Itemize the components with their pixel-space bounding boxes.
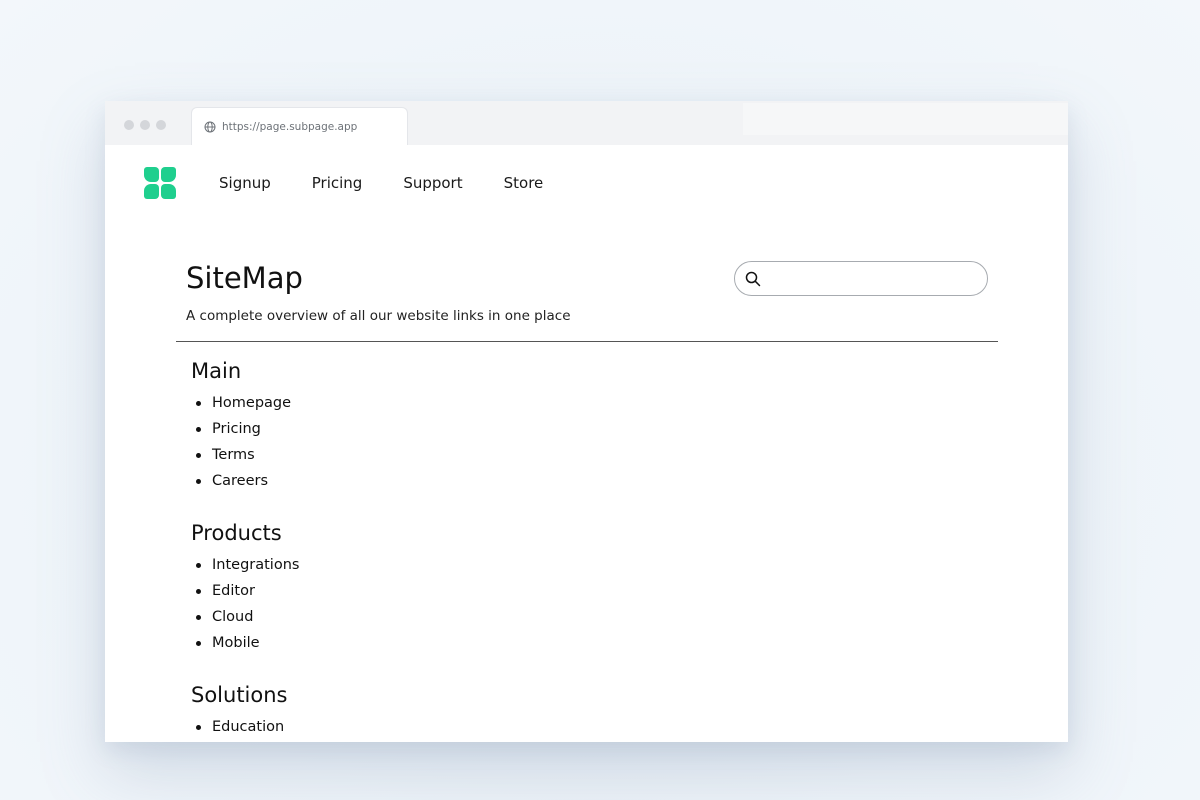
list-item[interactable]: Pricing [191, 419, 891, 445]
link-label[interactable]: Homepage [212, 395, 291, 411]
list-item[interactable]: Cloud [191, 607, 891, 633]
bullet-icon [196, 401, 201, 406]
section-solutions: Solutions Education [191, 681, 891, 742]
address-bar-area [743, 103, 1068, 135]
bullet-icon [196, 479, 201, 484]
globe-icon [204, 121, 216, 133]
window-control-dot[interactable] [124, 120, 134, 130]
section-main: Main Homepage Pricing Terms Careers [191, 357, 891, 497]
section-title: Solutions [191, 683, 288, 707]
header-divider [176, 341, 998, 342]
browser-chrome: https://page.subpage.app [105, 101, 1068, 145]
link-label[interactable]: Careers [212, 473, 268, 489]
bullet-icon [196, 427, 201, 432]
tab-url: https://page.subpage.app [222, 120, 358, 133]
list-item[interactable]: Mobile [191, 633, 891, 659]
browser-window: https://page.subpage.app Signup Pricing … [105, 101, 1068, 742]
nav-links: Signup Pricing Support Store [219, 174, 584, 192]
bullet-icon [196, 725, 201, 730]
link-list: Education [191, 717, 891, 742]
link-label[interactable]: Mobile [212, 635, 260, 651]
logo-icon[interactable] [143, 166, 177, 200]
list-item[interactable]: Homepage [191, 393, 891, 419]
nav-link-store[interactable]: Store [504, 174, 544, 192]
list-item[interactable]: Integrations [191, 555, 891, 581]
list-item[interactable]: Careers [191, 471, 891, 497]
link-label[interactable]: Education [212, 719, 284, 735]
link-label[interactable]: Integrations [212, 557, 299, 573]
bullet-icon [196, 641, 201, 646]
bullet-icon [196, 453, 201, 458]
site-nav: Signup Pricing Support Store [105, 145, 1068, 221]
bullet-icon [196, 563, 201, 568]
browser-tab[interactable]: https://page.subpage.app [191, 107, 408, 145]
page-subtitle: A complete overview of all our website l… [186, 308, 571, 324]
link-list: Integrations Editor Cloud Mobile [191, 555, 891, 659]
nav-link-signup[interactable]: Signup [219, 174, 271, 192]
link-label[interactable]: Cloud [212, 609, 253, 625]
window-controls [124, 120, 166, 130]
page-title: SiteMap [186, 261, 303, 295]
list-item[interactable]: Terms [191, 445, 891, 471]
search-icon [745, 271, 761, 287]
bullet-icon [196, 615, 201, 620]
link-label[interactable]: Editor [212, 583, 255, 599]
window-control-dot[interactable] [140, 120, 150, 130]
search-input[interactable] [767, 270, 981, 287]
link-label[interactable]: Terms [212, 447, 255, 463]
sitemap-sections: Main Homepage Pricing Terms Careers Prod… [191, 357, 891, 742]
list-item[interactable]: Education [191, 717, 891, 742]
link-list: Homepage Pricing Terms Careers [191, 393, 891, 497]
bullet-icon [196, 589, 201, 594]
nav-link-support[interactable]: Support [403, 174, 462, 192]
section-title: Main [191, 359, 242, 383]
window-control-dot[interactable] [156, 120, 166, 130]
nav-link-pricing[interactable]: Pricing [312, 174, 363, 192]
link-label[interactable]: Pricing [212, 421, 261, 437]
list-item[interactable]: Editor [191, 581, 891, 607]
search-box [734, 261, 988, 296]
section-title: Products [191, 521, 282, 545]
section-products: Products Integrations Editor Cloud Mobil… [191, 519, 891, 659]
